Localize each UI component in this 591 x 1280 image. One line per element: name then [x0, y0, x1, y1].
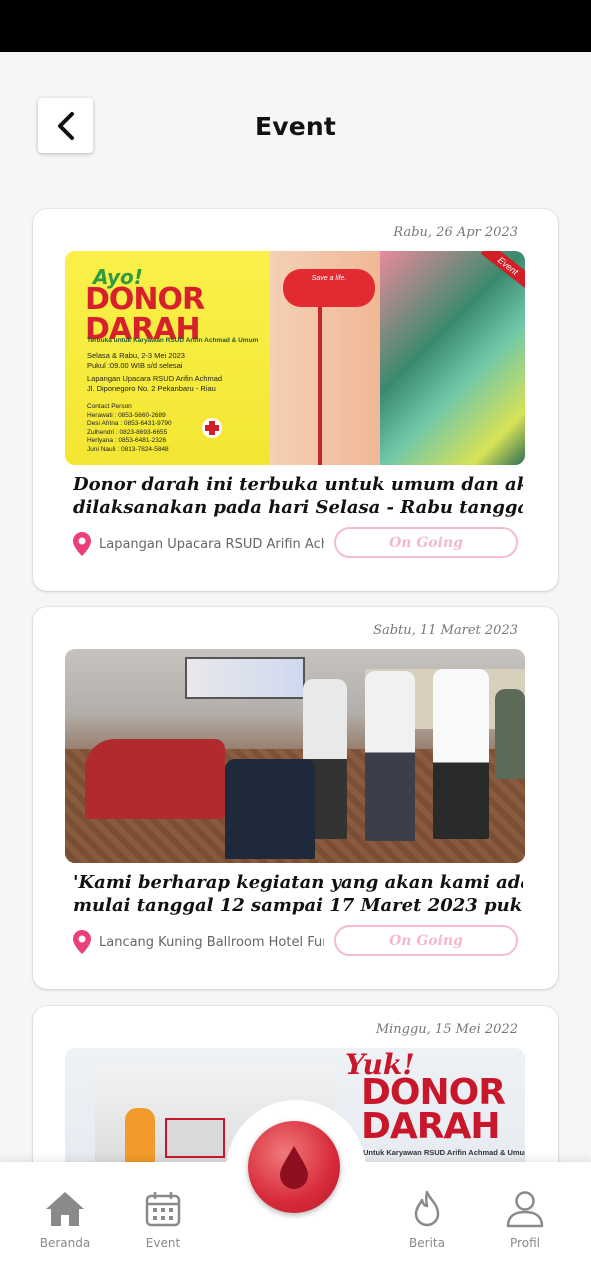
status-bar [0, 0, 591, 52]
calendar-icon [145, 1192, 181, 1227]
location-pin-icon [73, 930, 91, 954]
page-title: Event [254, 112, 337, 141]
status-badge[interactable]: On Going [334, 925, 518, 956]
donate-blood-button[interactable] [248, 1121, 340, 1213]
blood-drop-icon [280, 1146, 308, 1189]
red-cross-icon [202, 418, 222, 438]
nav-item-beranda[interactable]: Beranda [25, 1190, 105, 1250]
event-photo [65, 649, 525, 863]
event-title: 'Kami berharap kegiatan yang akan kami a… [73, 872, 523, 916]
nav-item-berita[interactable]: Berita [387, 1190, 467, 1250]
header: Event [0, 52, 591, 202]
poster-title: DONOR DARAH [85, 282, 205, 347]
event-date: Sabtu, 11 Maret 2023 [373, 623, 518, 638]
event-date: Rabu, 26 Apr 2023 [393, 225, 518, 240]
event-date: Minggu, 15 Mei 2022 [375, 1022, 518, 1037]
event-card[interactable]: Sabtu, 11 Maret 2023 'Kami berharap kegi… [33, 607, 558, 989]
nav-item-event[interactable]: Event [123, 1190, 203, 1250]
poster-info: Selasa & Rabu, 2-3 Mei 2023 Pukul :09.00… [87, 351, 223, 393]
event-poster: Ayo! DONOR DARAH Terbuka untuk Karyawan R… [65, 251, 525, 465]
status-badge[interactable]: On Going [334, 527, 518, 558]
event-card[interactable]: Rabu, 26 Apr 2023 Ayo! DONOR DARAH Terbuk… [33, 209, 558, 591]
person-icon [506, 1191, 544, 1228]
poster-subtitle: Untuk Karyawan RSUD Arifin Achmad & Umum [363, 1148, 525, 1157]
location-pin-icon [73, 532, 91, 556]
poster-badge: Save a life. [283, 269, 375, 307]
poster-title: DONOR DARAH [361, 1072, 506, 1147]
home-icon [46, 1192, 84, 1226]
poster-contacts: Contact Person Herawati : 0853-5660-2689… [87, 403, 172, 453]
flame-icon [414, 1190, 440, 1227]
poster-subtitle: Terbuka untuk Karyawan RSUD Arifin Achma… [87, 337, 259, 344]
event-title: Donor darah ini terbuka untuk umum dan a… [73, 474, 523, 518]
nav-item-profil[interactable]: Profil [485, 1190, 565, 1250]
